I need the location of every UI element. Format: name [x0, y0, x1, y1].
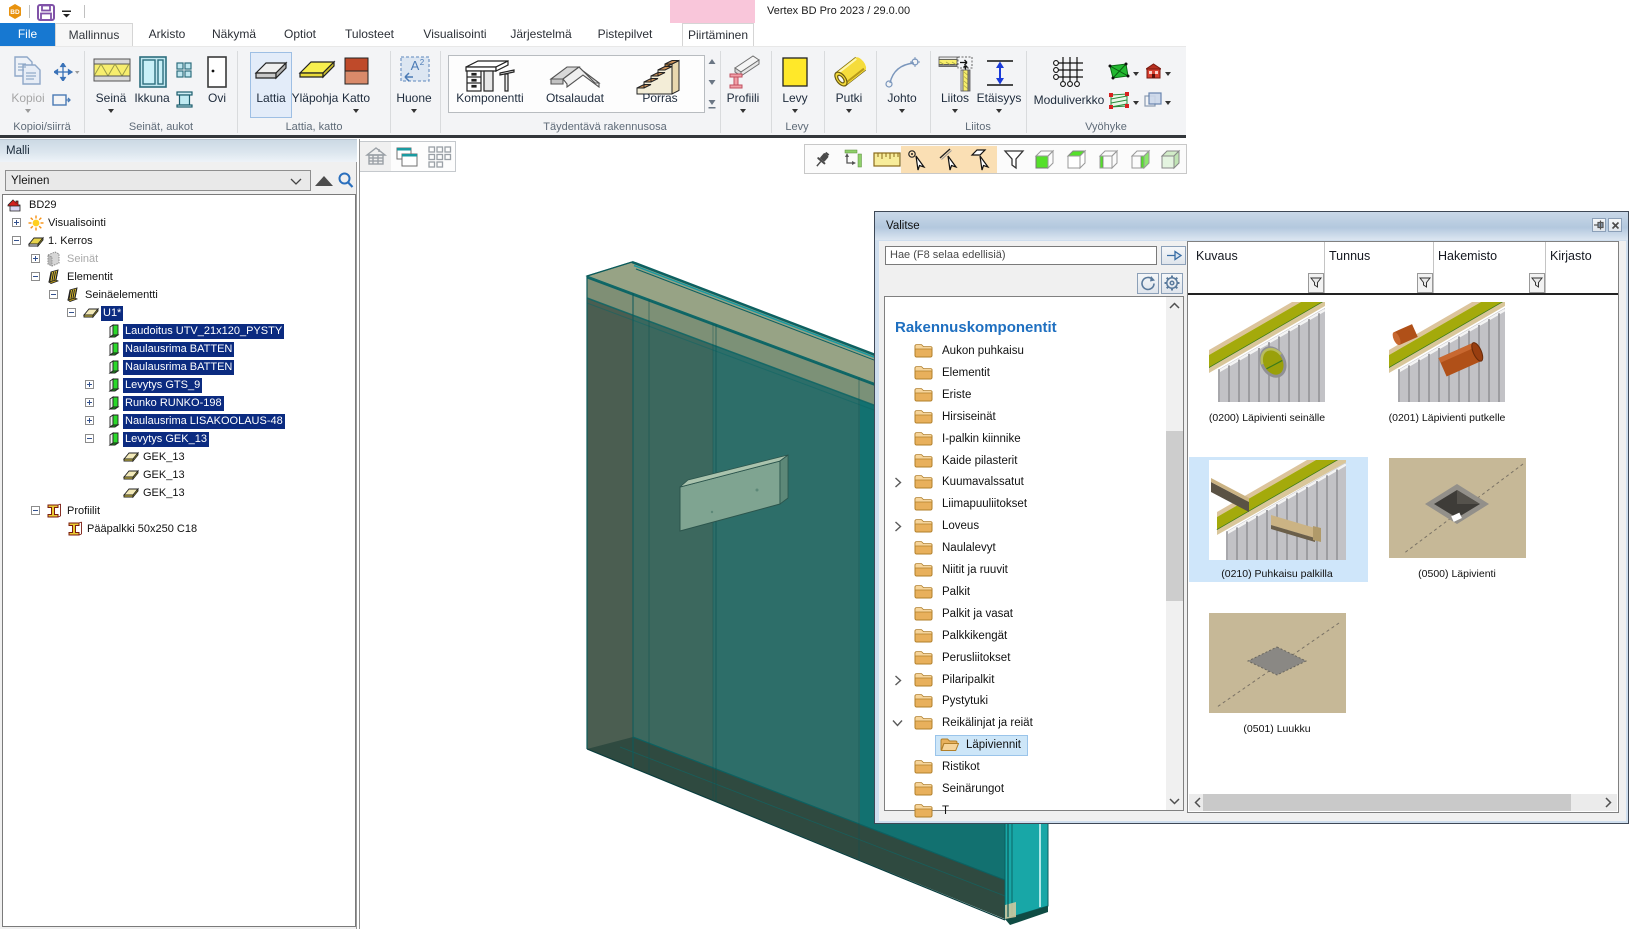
svg-text:2: 2 [420, 58, 425, 67]
svg-text:A: A [411, 58, 420, 73]
svg-text:BD: BD [10, 9, 20, 16]
